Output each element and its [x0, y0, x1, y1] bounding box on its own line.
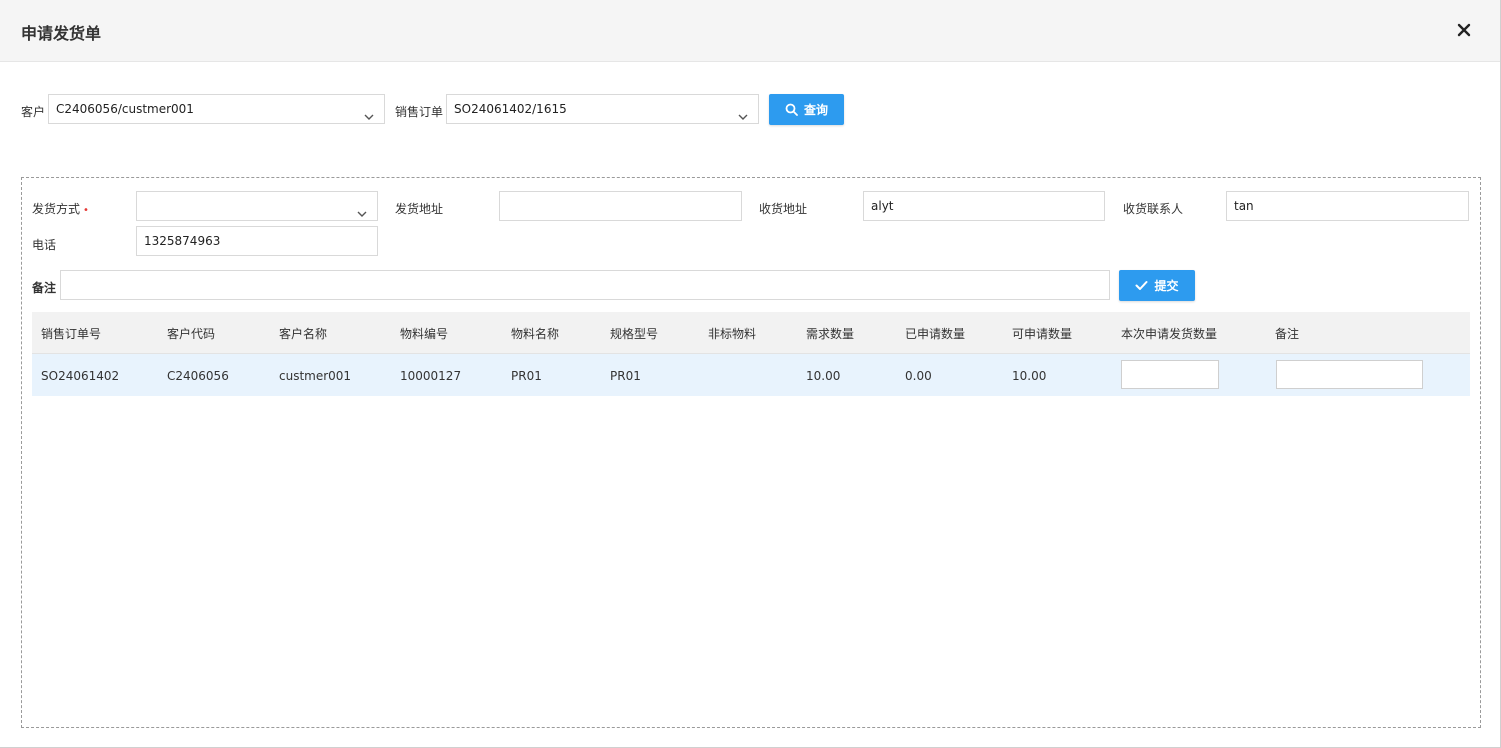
sales-order-select-value: SO24061402/1615	[454, 102, 567, 116]
table-row[interactable]: SO24061402 C2406056 custmer001 10000127 …	[32, 353, 1470, 396]
receive-address-input[interactable]	[863, 191, 1105, 221]
column-header: 备注	[1275, 327, 1300, 341]
cell-material-no: 10000127	[400, 369, 462, 383]
column-header: 客户名称	[279, 327, 328, 341]
chevron-down-icon	[737, 104, 749, 120]
remark-label: 备注	[32, 281, 57, 295]
submit-button-label: 提交	[1154, 279, 1179, 293]
cell-spec: PR01	[610, 369, 641, 383]
column-header: 物料编号	[400, 327, 449, 341]
cell-available-qty: 10.00	[1012, 369, 1047, 383]
sales-order-label: 销售订单	[395, 105, 444, 119]
contact-input[interactable]	[1226, 191, 1469, 221]
sales-order-select[interactable]: SO24061402/1615	[446, 94, 759, 124]
chevron-down-icon	[363, 104, 375, 120]
search-icon	[785, 103, 798, 116]
column-header: 已申请数量	[905, 327, 966, 341]
phone-input[interactable]	[136, 226, 378, 256]
phone-label: 电话	[32, 238, 57, 252]
apply-shipment-dialog: 申请发货单 客户 C2406056/custmer001 销售订单 SO2406…	[0, 0, 1501, 748]
ship-method-select[interactable]	[136, 191, 378, 221]
dialog-title: 申请发货单	[21, 24, 102, 43]
column-header: 规格型号	[610, 327, 659, 341]
table-header: 销售订单号 客户代码 客户名称 物料编号 物料名称 规格型号 非标物料 需求数量…	[32, 312, 1470, 353]
shipment-form-panel	[21, 177, 1481, 728]
cell-applied-qty: 0.00	[905, 369, 932, 383]
column-header: 需求数量	[806, 327, 855, 341]
chevron-down-icon	[356, 201, 368, 217]
query-button-label: 查询	[803, 103, 828, 117]
ship-address-input[interactable]	[499, 191, 742, 221]
column-header: 可申请数量	[1012, 327, 1073, 341]
this-qty-input[interactable]	[1121, 360, 1219, 389]
column-header: 本次申请发货数量	[1121, 327, 1218, 341]
cell-customer-code: C2406056	[167, 369, 229, 383]
ship-address-label: 发货地址	[395, 202, 444, 216]
column-header: 非标物料	[708, 327, 757, 341]
query-button[interactable]: 查询	[769, 94, 844, 125]
ship-method-label: 发货方式 •	[32, 200, 89, 217]
cell-material-name: PR01	[511, 369, 542, 383]
contact-label: 收货联系人	[1123, 202, 1184, 216]
column-header: 销售订单号	[41, 327, 102, 341]
column-header: 物料名称	[511, 327, 560, 341]
dialog-header: 申请发货单	[0, 0, 1500, 62]
row-remark-input[interactable]	[1276, 360, 1423, 389]
customer-label: 客户	[21, 105, 46, 119]
cell-demand-qty: 10.00	[806, 369, 841, 383]
customer-select[interactable]: C2406056/custmer001	[48, 94, 385, 124]
customer-select-value: C2406056/custmer001	[56, 102, 194, 116]
receive-address-label: 收货地址	[759, 202, 808, 216]
check-icon	[1135, 281, 1148, 290]
remark-input[interactable]	[60, 270, 1110, 300]
required-mark: •	[83, 205, 89, 216]
ship-method-label-text: 发货方式	[32, 202, 81, 216]
close-icon[interactable]	[1455, 21, 1473, 39]
submit-button[interactable]: 提交	[1119, 270, 1195, 301]
cell-customer-name: custmer001	[279, 369, 352, 383]
cell-order-no: SO24061402	[41, 369, 120, 383]
column-header: 客户代码	[167, 327, 216, 341]
